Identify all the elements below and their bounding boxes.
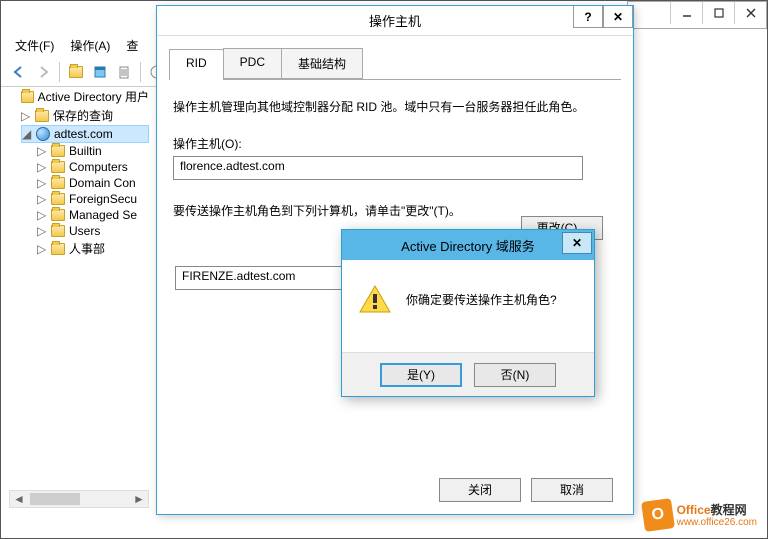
warning-icon bbox=[358, 284, 392, 314]
parent-window-controls bbox=[627, 1, 767, 29]
horizontal-scrollbar[interactable]: ◄ ► bbox=[9, 490, 149, 508]
tree-item-label: ForeignSecu bbox=[69, 192, 137, 206]
watermark-icon: O bbox=[641, 498, 675, 532]
dialog-title: Active Directory 域服务 bbox=[401, 236, 535, 255]
folder-icon bbox=[51, 209, 65, 221]
maximize-button[interactable] bbox=[702, 2, 734, 24]
menu-view[interactable]: 查 bbox=[120, 33, 144, 58]
tree-domain[interactable]: ◢adtest.com bbox=[21, 125, 149, 143]
up-icon[interactable] bbox=[66, 62, 86, 82]
tree-item-label: Managed Se bbox=[69, 208, 137, 222]
menubar: 文件(F) 操作(A) 查 bbox=[9, 33, 144, 58]
forward-icon[interactable] bbox=[33, 62, 53, 82]
folder-icon bbox=[51, 243, 65, 255]
close-button[interactable] bbox=[734, 2, 766, 24]
description-text: 操作主机管理向其他域控制器分配 RID 池。域中只有一台服务器担任此角色。 bbox=[173, 98, 617, 115]
tree-saved-queries[interactable]: ▷保存的查询 bbox=[21, 106, 149, 125]
folder-icon bbox=[51, 193, 65, 205]
tree-item[interactable]: ▷Computers bbox=[37, 159, 149, 175]
help-button[interactable]: ? bbox=[573, 6, 603, 28]
minimize-button[interactable] bbox=[670, 2, 702, 24]
tree-item-label: Domain Con bbox=[69, 176, 136, 190]
tree-item[interactable]: ▷Users bbox=[37, 223, 149, 239]
tree-item-label: 保存的查询 bbox=[53, 107, 113, 124]
domain-icon bbox=[36, 127, 50, 141]
scroll-thumb[interactable] bbox=[30, 493, 80, 505]
watermark: O Office教程网 www.office26.com bbox=[643, 500, 757, 530]
tab-pdc[interactable]: PDC bbox=[223, 48, 282, 79]
delete-icon[interactable] bbox=[114, 62, 134, 82]
tab-rid[interactable]: RID bbox=[169, 49, 224, 80]
tree-item[interactable]: ▷人事部 bbox=[37, 239, 149, 258]
menu-file[interactable]: 文件(F) bbox=[9, 33, 60, 58]
tree-item[interactable]: ▷Domain Con bbox=[37, 175, 149, 191]
tree-item[interactable]: ▷ForeignSecu bbox=[37, 191, 149, 207]
no-button[interactable]: 否(N) bbox=[474, 363, 556, 387]
folder-icon bbox=[35, 110, 49, 122]
tree-item-label: Computers bbox=[69, 160, 128, 174]
tab-infrastructure[interactable]: 基础结构 bbox=[281, 48, 363, 79]
tree-item-label: Users bbox=[69, 224, 100, 238]
close-button[interactable]: 关闭 bbox=[439, 478, 521, 502]
tree-item[interactable]: ▷Managed Se bbox=[37, 207, 149, 223]
close-button[interactable]: ✕ bbox=[603, 6, 633, 28]
tab-strip: RID PDC 基础结构 bbox=[169, 48, 621, 80]
tree-view[interactable]: Active Directory 用户 ▷保存的查询 ◢adtest.com ▷… bbox=[9, 87, 149, 258]
tree-root-label: Active Directory 用户 bbox=[38, 88, 149, 105]
confirmation-message: 你确定要传送操作主机角色? bbox=[406, 291, 557, 308]
folder-icon bbox=[51, 161, 65, 173]
properties-icon[interactable] bbox=[90, 62, 110, 82]
tree-root[interactable]: Active Directory 用户 bbox=[9, 87, 149, 106]
watermark-url: www.office26.com bbox=[677, 517, 757, 528]
close-button[interactable]: ✕ bbox=[562, 232, 592, 254]
folder-icon bbox=[51, 145, 65, 157]
dialog-titlebar[interactable]: Active Directory 域服务 ✕ bbox=[342, 230, 594, 260]
tree-item-label: Builtin bbox=[69, 144, 102, 158]
console-icon bbox=[21, 91, 33, 103]
cancel-button[interactable]: 取消 bbox=[531, 478, 613, 502]
tree-item[interactable]: ▷Builtin bbox=[37, 143, 149, 159]
back-icon[interactable] bbox=[9, 62, 29, 82]
scroll-right-icon[interactable]: ► bbox=[130, 491, 148, 507]
confirmation-dialog: Active Directory 域服务 ✕ 你确定要传送操作主机角色? 是(Y… bbox=[341, 229, 595, 397]
menu-action[interactable]: 操作(A) bbox=[64, 33, 116, 58]
yes-button[interactable]: 是(Y) bbox=[380, 363, 462, 387]
watermark-line1: Office教程网 bbox=[677, 502, 757, 517]
folder-icon bbox=[51, 225, 65, 237]
operations-master-field: florence.adtest.com bbox=[173, 156, 583, 180]
dialog-title: 操作主机 bbox=[369, 11, 421, 30]
folder-icon bbox=[51, 177, 65, 189]
scroll-left-icon[interactable]: ◄ bbox=[10, 491, 28, 507]
master-label: 操作主机(O): bbox=[173, 135, 617, 152]
dialog-titlebar[interactable]: 操作主机 ? ✕ bbox=[157, 6, 633, 36]
tree-item-label: adtest.com bbox=[54, 127, 113, 141]
tree-item-label: 人事部 bbox=[69, 240, 105, 257]
